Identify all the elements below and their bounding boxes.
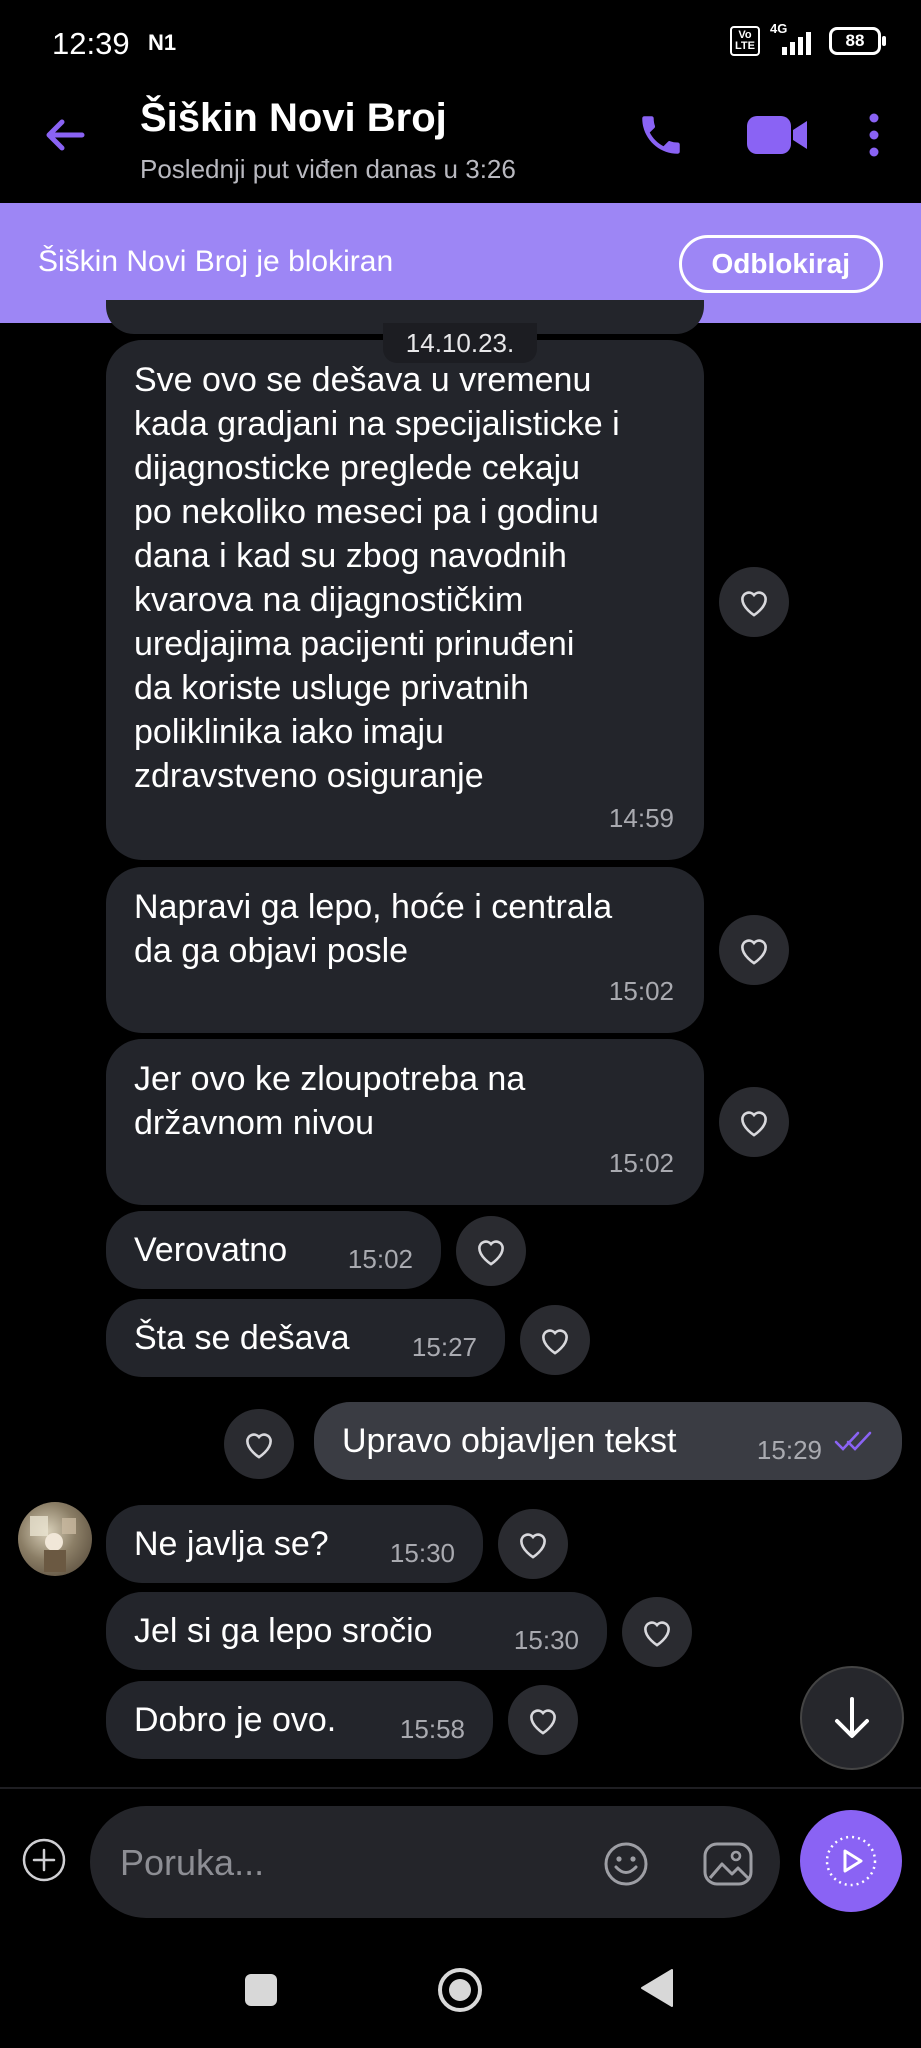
emoji-icon[interactable] (602, 1840, 650, 1888)
more-options-icon[interactable] (862, 112, 886, 158)
message-placeholder: Poruka... (120, 1842, 265, 1883)
phone-icon[interactable] (636, 110, 686, 160)
message-text: Verovatno (134, 1231, 288, 1269)
heart-icon (520, 1533, 546, 1559)
heart-icon (741, 939, 767, 965)
date-separator: 14.10.23. (383, 323, 537, 363)
system-back-button[interactable] (640, 1968, 674, 2008)
message-bubble[interactable]: Ne javlja se? 15:30 (106, 1505, 483, 1583)
message-time: 15:27 (411, 1332, 477, 1362)
back-arrow-icon[interactable] (40, 110, 90, 160)
recent-apps-button[interactable] (245, 1974, 277, 2006)
message-text: Šta se dešava (134, 1319, 350, 1357)
like-button[interactable] (622, 1597, 692, 1667)
home-button[interactable] (436, 1966, 484, 2014)
chat-header: Šiškin Novi Broj Poslednji put viđen dan… (0, 88, 921, 203)
message-bubble[interactable]: Verovatno 15:02 (106, 1211, 441, 1289)
message-time: 15:30 (389, 1538, 455, 1568)
heart-icon (530, 1709, 556, 1735)
message-time: 15:30 (513, 1625, 579, 1655)
avatar-image (30, 1516, 76, 1572)
video-call-icon[interactable] (745, 112, 809, 158)
message-time: 15:58 (399, 1714, 465, 1744)
heart-icon (741, 1111, 767, 1137)
composer-divider (0, 1787, 921, 1789)
outgoing-message-bubble[interactable]: Upravo objavljen tekst 15:29 (314, 1402, 902, 1480)
volte-icon: Vo LTE (730, 26, 760, 56)
status-time: 12:39 (52, 26, 130, 61)
like-button[interactable] (224, 1409, 294, 1479)
message-text: Jel si ga lepo sročio (134, 1612, 433, 1650)
send-voice-button[interactable] (800, 1810, 902, 1912)
gallery-icon[interactable] (702, 1840, 754, 1888)
like-button[interactable] (719, 1087, 789, 1157)
signal-label: 4G (770, 21, 788, 36)
message-text: Upravo objavljen tekst (342, 1422, 677, 1460)
add-attachment-icon[interactable] (22, 1838, 66, 1882)
message-time: 15:29 (756, 1435, 822, 1465)
like-button[interactable] (508, 1685, 578, 1755)
message-text: Napravi ga lepo, hoće i centrala da ga o… (134, 888, 613, 970)
message-time: 15:02 (347, 1244, 413, 1274)
message-time: 15:02 (608, 976, 674, 1006)
like-button[interactable] (520, 1305, 590, 1375)
like-button[interactable] (719, 915, 789, 985)
blocked-text: Šiškin Novi Broj je blokiran (38, 245, 394, 278)
message-bubble[interactable]: Napravi ga lepo, hoće i centrala da ga o… (106, 867, 704, 1033)
message-bubble[interactable]: Šta se dešava 15:27 (106, 1299, 505, 1377)
heart-icon (644, 1621, 670, 1647)
heart-icon (246, 1433, 272, 1459)
arrow-down-icon (835, 1697, 869, 1738)
message-time: 15:02 (608, 1148, 674, 1178)
play-circle-icon (825, 1835, 877, 1887)
contact-avatar[interactable] (18, 1502, 92, 1576)
message-text: Sve ovo se dešava u vremenu kada gradjan… (134, 361, 620, 795)
heart-icon (542, 1329, 568, 1355)
heart-icon (478, 1240, 504, 1266)
signal-icon: 4G (770, 21, 811, 55)
message-text: Ne javlja se? (134, 1525, 329, 1563)
message-text: Jer ovo ke zloupotreba na državnom nivou (134, 1060, 526, 1142)
status-bar: 12:39 N1 Vo LTE 4G 88 (0, 0, 921, 88)
network-badge: N1 (148, 30, 177, 55)
message-text: Dobro je ovo. (134, 1701, 337, 1739)
message-input[interactable]: Poruka... (90, 1806, 780, 1918)
message-bubble[interactable]: Jer ovo ke zloupotreba na državnom nivou… (106, 1039, 704, 1205)
like-button[interactable] (456, 1216, 526, 1286)
message-time: 14:59 (608, 803, 674, 833)
read-receipt-icon (834, 1431, 872, 1451)
scroll-to-bottom-button[interactable] (800, 1666, 904, 1770)
message-bubble[interactable]: Dobro je ovo. 15:58 (106, 1681, 493, 1759)
like-button[interactable] (498, 1509, 568, 1579)
message-bubble[interactable]: Sve ovo se dešava u vremenu kada gradjan… (106, 340, 704, 860)
like-button[interactable] (719, 567, 789, 637)
message-bubble[interactable]: Jel si ga lepo sročio 15:30 (106, 1592, 607, 1670)
unblock-button[interactable]: Odblokiraj (678, 235, 883, 293)
battery-icon: 88 (829, 27, 886, 55)
status-icons: Vo LTE 4G 88 (730, 21, 886, 56)
heart-icon (741, 591, 767, 617)
contact-name[interactable]: Šiškin Novi Broj (140, 96, 447, 141)
last-seen: Poslednji put viđen danas u 3:26 (140, 154, 516, 184)
